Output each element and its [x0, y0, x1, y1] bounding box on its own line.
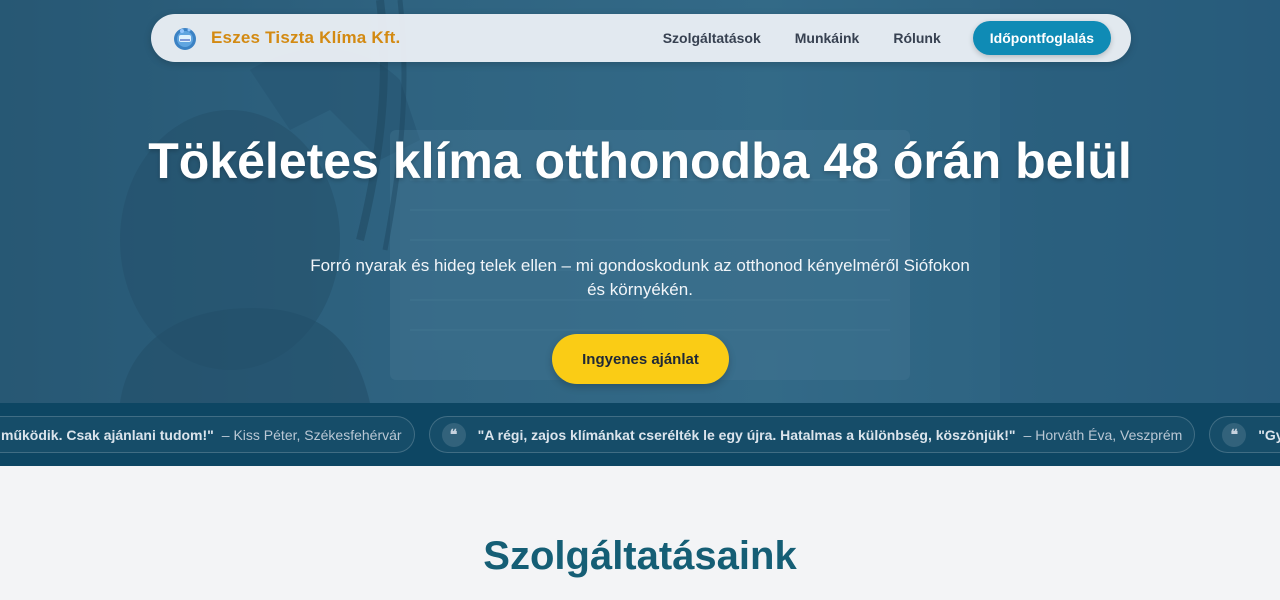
- testimonial-author: – Horváth Éva, Veszprém: [1023, 426, 1183, 443]
- logo-icon[interactable]: [171, 24, 199, 52]
- testimonial-quote: "Gyorsak,: [1258, 426, 1280, 443]
- hero-section: Eszes Tiszta Klíma Kft. Szolgáltatások M…: [0, 0, 1280, 403]
- hero-title: Tökéletes klíma otthonodba 48 órán belül: [148, 133, 1132, 189]
- testimonial-item: működik. Csak ajánlani tudom!" – Kiss Pé…: [0, 416, 415, 453]
- testimonials-ticker: működik. Csak ajánlani tudom!" – Kiss Pé…: [0, 403, 1280, 466]
- nav-links: Szolgáltatások Munkáink Rólunk Időpontfo…: [663, 21, 1111, 55]
- booking-button[interactable]: Időpontfoglalás: [972, 21, 1111, 55]
- services-title: Szolgáltatásaink: [483, 534, 797, 578]
- testimonial-author: – Kiss Péter, Székesfehérvár: [221, 426, 402, 443]
- services-section: Szolgáltatásaink: [0, 466, 1280, 600]
- nav-link-services[interactable]: Szolgáltatások: [663, 30, 761, 46]
- brand-name[interactable]: Eszes Tiszta Klíma Kft.: [211, 28, 400, 48]
- testimonial-quote: működik. Csak ajánlani tudom!": [1, 426, 214, 443]
- nav-link-works[interactable]: Munkáink: [795, 30, 860, 46]
- quote-icon: ❝: [441, 422, 466, 447]
- testimonial-item: ❝ "Gyorsak,: [1209, 416, 1280, 453]
- quote-icon: ❝: [1222, 422, 1247, 447]
- free-quote-button[interactable]: Ingyenes ajánlat: [552, 334, 729, 384]
- hero-subtitle: Forró nyarak és hideg telek ellen – mi g…: [310, 256, 970, 299]
- nav-link-about[interactable]: Rólunk: [893, 30, 940, 46]
- ticker-track: működik. Csak ajánlani tudom!" – Kiss Pé…: [0, 416, 1280, 453]
- testimonial-item: ❝ "A régi, zajos klímánkat cserélték le …: [428, 416, 1196, 453]
- testimonial-quote: "A régi, zajos klímánkat cserélték le eg…: [477, 426, 1016, 443]
- navbar: Eszes Tiszta Klíma Kft. Szolgáltatások M…: [151, 14, 1131, 62]
